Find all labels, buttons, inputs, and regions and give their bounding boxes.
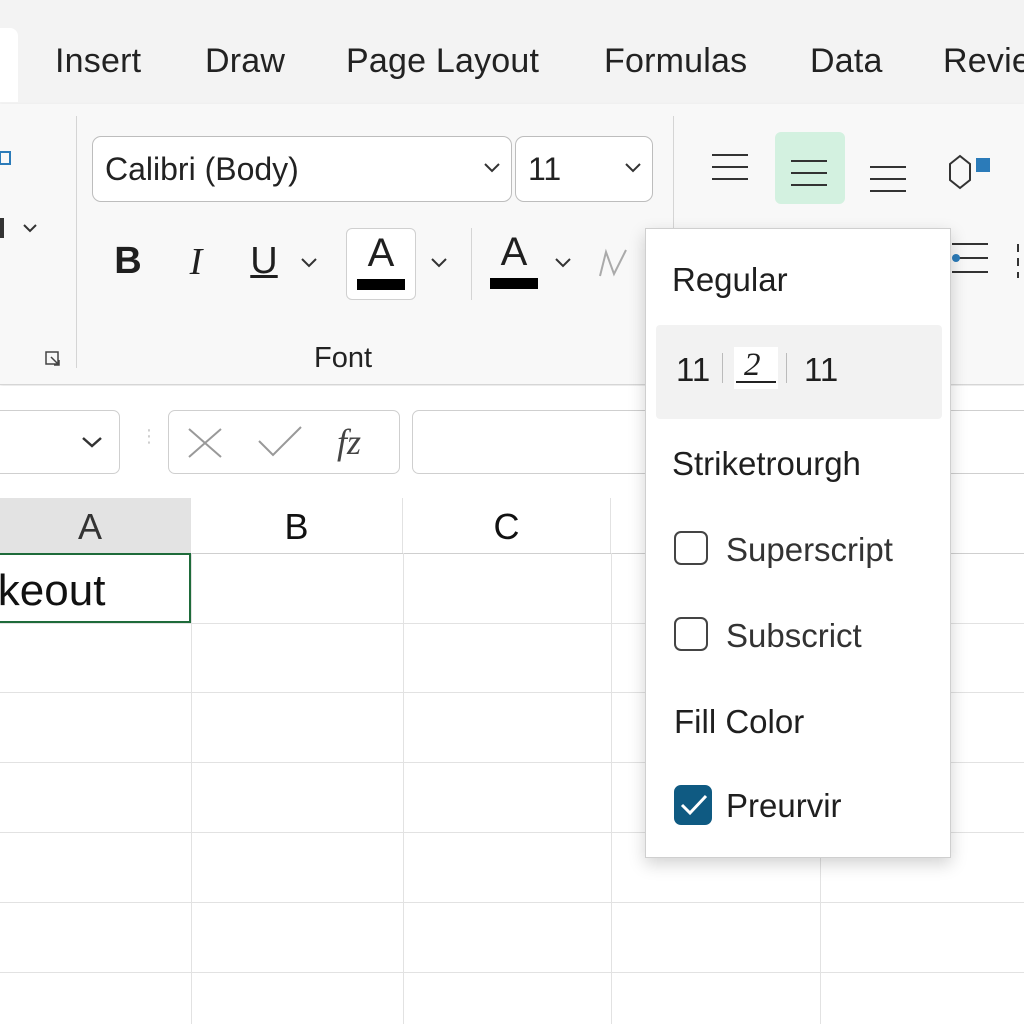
enter-check-icon[interactable] (255, 423, 305, 461)
group-separator (76, 116, 77, 368)
ribbon-tab-bar: Insert Draw Page Layout Formulas Data Re… (0, 0, 1024, 104)
clipboard-dialog-launcher-icon[interactable] (44, 350, 64, 370)
column-divider (191, 553, 192, 1024)
size-mid-value: 2 (744, 347, 761, 383)
size-mid-underline (736, 381, 776, 383)
font-style-dropdown-panel: Regular 11 2 11 Striketrourgh Superscrip… (645, 228, 951, 858)
bold-button[interactable]: B (108, 240, 148, 283)
row-divider (0, 972, 1024, 973)
formula-actions-box: fz (168, 410, 400, 474)
group-separator (673, 116, 674, 236)
column-header-c[interactable]: C (403, 498, 611, 553)
chevron-down-icon (82, 437, 102, 448)
font-name-value: Calibri (Body) (105, 151, 299, 187)
column-header-b[interactable]: B (191, 498, 403, 553)
name-box[interactable] (0, 410, 120, 474)
font-color-swatch (357, 279, 405, 290)
font-name-dropdown[interactable]: Calibri (Body) (92, 136, 512, 202)
paste-options-icon[interactable] (0, 148, 14, 170)
size-divider (722, 353, 723, 383)
strikethrough-partial-icon[interactable] (596, 246, 636, 280)
insert-function-button[interactable]: fz (337, 421, 361, 463)
highlight-color-a-icon[interactable]: A (494, 230, 534, 275)
column-divider (611, 553, 612, 1024)
group-separator (471, 228, 472, 300)
italic-button[interactable]: I (176, 240, 216, 284)
size-preview-row[interactable]: 11 2 11 (656, 325, 942, 419)
superscript-checkbox[interactable] (674, 531, 708, 565)
row-divider (0, 902, 1024, 903)
tab-review[interactable]: Revie (943, 42, 1024, 81)
subscript-label[interactable]: Subscrict (726, 617, 862, 655)
column-header-a[interactable]: A (0, 498, 191, 553)
align-bottom-icon[interactable] (868, 162, 908, 196)
superscript-label[interactable]: Superscript (726, 531, 893, 569)
font-size-value: 11 (528, 151, 562, 187)
font-color-button[interactable]: A (346, 228, 416, 300)
orientation-icon[interactable] (944, 150, 994, 190)
align-left-icon[interactable] (950, 238, 990, 282)
tab-formulas[interactable]: Formulas (604, 42, 747, 81)
cancel-x-icon[interactable] (183, 425, 227, 461)
tab-page-layout[interactable]: Page Layout (346, 42, 539, 81)
size-right-value: 11 (804, 351, 839, 388)
preview-checkbox-checked[interactable] (674, 785, 712, 825)
underline-button[interactable]: U (244, 240, 284, 283)
format-painter-dropdown-icon[interactable] (0, 216, 40, 240)
align-middle-button-selected[interactable] (775, 132, 845, 204)
align-top-icon[interactable] (710, 152, 750, 182)
cell-a1-text: ikeout (0, 566, 106, 615)
highlight-color-swatch (490, 278, 538, 289)
preview-label[interactable]: Preurvir (726, 787, 842, 825)
underline-options-chevron-icon[interactable] (300, 256, 318, 270)
font-color-a-icon: A (367, 231, 395, 275)
font-style-option-regular[interactable]: Regular (672, 261, 788, 299)
tab-home-active-edge[interactable] (0, 28, 18, 102)
drag-handle-icon[interactable]: ⋮ (140, 426, 158, 452)
chevron-down-icon (484, 163, 500, 173)
tab-draw[interactable]: Draw (205, 42, 285, 81)
size-divider (786, 353, 787, 383)
tab-data[interactable]: Data (810, 42, 883, 81)
font-size-dropdown[interactable]: 11 (515, 136, 653, 202)
fill-color-option[interactable]: Fill Color (674, 703, 804, 741)
tab-insert[interactable]: Insert (55, 42, 141, 81)
wrap-text-partial-icon[interactable] (1014, 238, 1024, 282)
checkmark-icon (680, 794, 708, 816)
size-left-value: 11 (676, 351, 711, 388)
align-middle-icon (789, 156, 829, 190)
font-group-label: Font (314, 342, 373, 374)
size-mid-box: 2 (734, 347, 778, 389)
font-color-chevron-icon[interactable] (430, 256, 448, 270)
highlight-color-chevron-icon[interactable] (554, 256, 572, 270)
chevron-down-icon (625, 163, 641, 173)
column-divider (403, 553, 404, 1024)
subscript-checkbox[interactable] (674, 617, 708, 651)
strikethrough-option[interactable]: Striketrourgh (672, 445, 861, 483)
